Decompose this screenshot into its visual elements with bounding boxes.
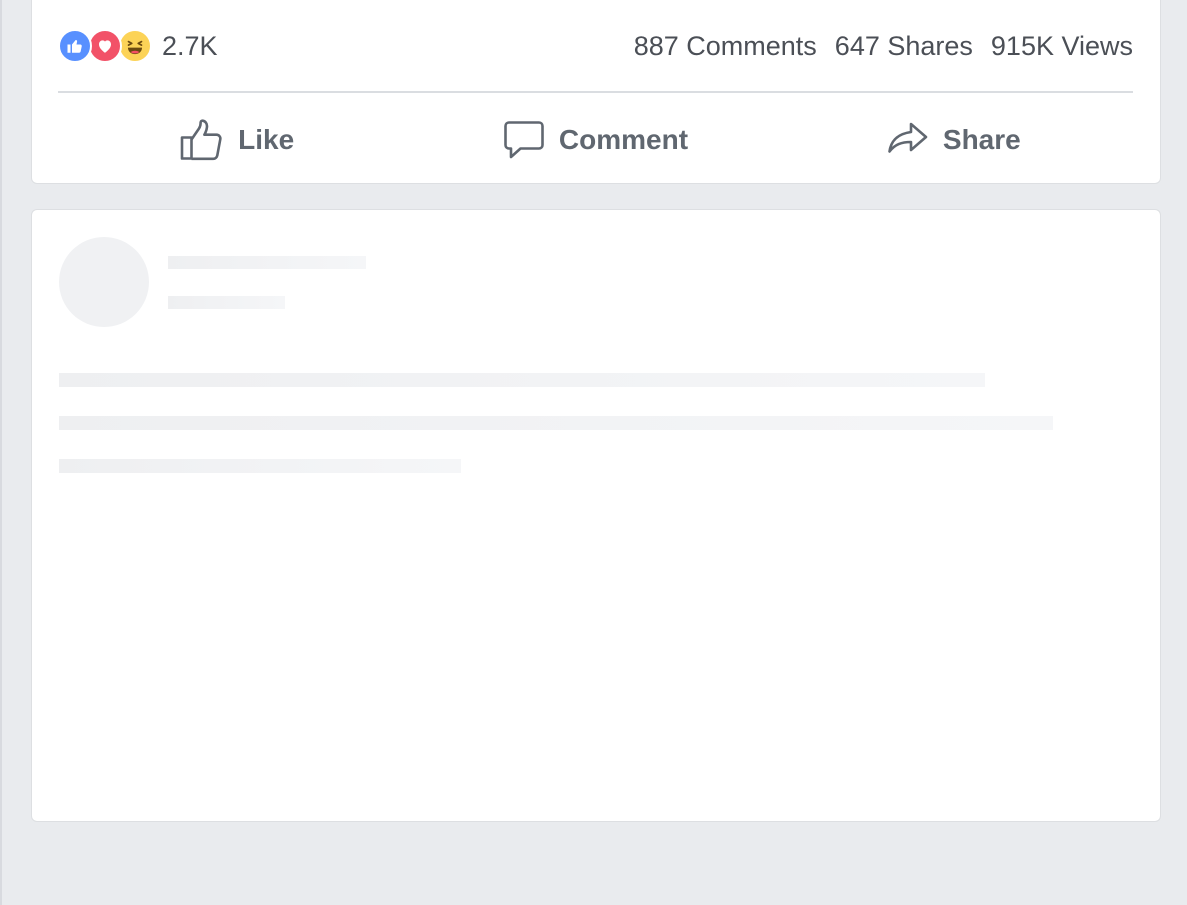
post-card: 2.7K 887 Comments 647 Shares 915K Views …	[31, 0, 1161, 184]
placeholder-timestamp-line	[168, 296, 285, 309]
stats-divider	[58, 91, 1133, 93]
placeholder-avatar	[59, 237, 149, 327]
speech-bubble-icon	[503, 120, 545, 160]
share-button-label: Share	[942, 124, 1021, 155]
placeholder-text-line	[59, 373, 985, 387]
placeholder-author-line	[168, 256, 366, 269]
reactions-summary[interactable]: 2.7K	[58, 29, 218, 63]
reaction-count: 2.7K	[162, 30, 218, 61]
placeholder-text-line	[59, 459, 461, 473]
comment-button[interactable]: Comment	[416, 103, 774, 177]
like-button-label: Like	[238, 124, 295, 155]
thumbs-up-icon	[180, 119, 224, 161]
share-arrow-icon	[887, 121, 929, 159]
engagement-counts: 887 Comments 647 Shares 915K Views	[634, 31, 1133, 62]
news-feed: 2.7K 887 Comments 647 Shares 915K Views …	[0, 0, 1187, 905]
comment-button-label: Comment	[558, 124, 689, 155]
reaction-icons	[58, 29, 152, 63]
love-reaction-icon	[88, 29, 122, 63]
share-button[interactable]: Share	[775, 103, 1133, 177]
shares-count-link[interactable]: 647 Shares	[835, 31, 973, 62]
comments-count-link[interactable]: 887 Comments	[634, 31, 817, 62]
haha-reaction-icon	[118, 29, 152, 63]
like-reaction-icon	[58, 29, 92, 63]
like-button[interactable]: Like	[58, 103, 416, 177]
placeholder-text-line	[59, 416, 1053, 430]
post-action-bar: Like Comment Share	[58, 103, 1133, 177]
loading-post-placeholder	[31, 209, 1161, 822]
post-stats-row: 2.7K 887 Comments 647 Shares 915K Views	[58, 21, 1133, 71]
views-count: 915K Views	[990, 30, 1133, 61]
